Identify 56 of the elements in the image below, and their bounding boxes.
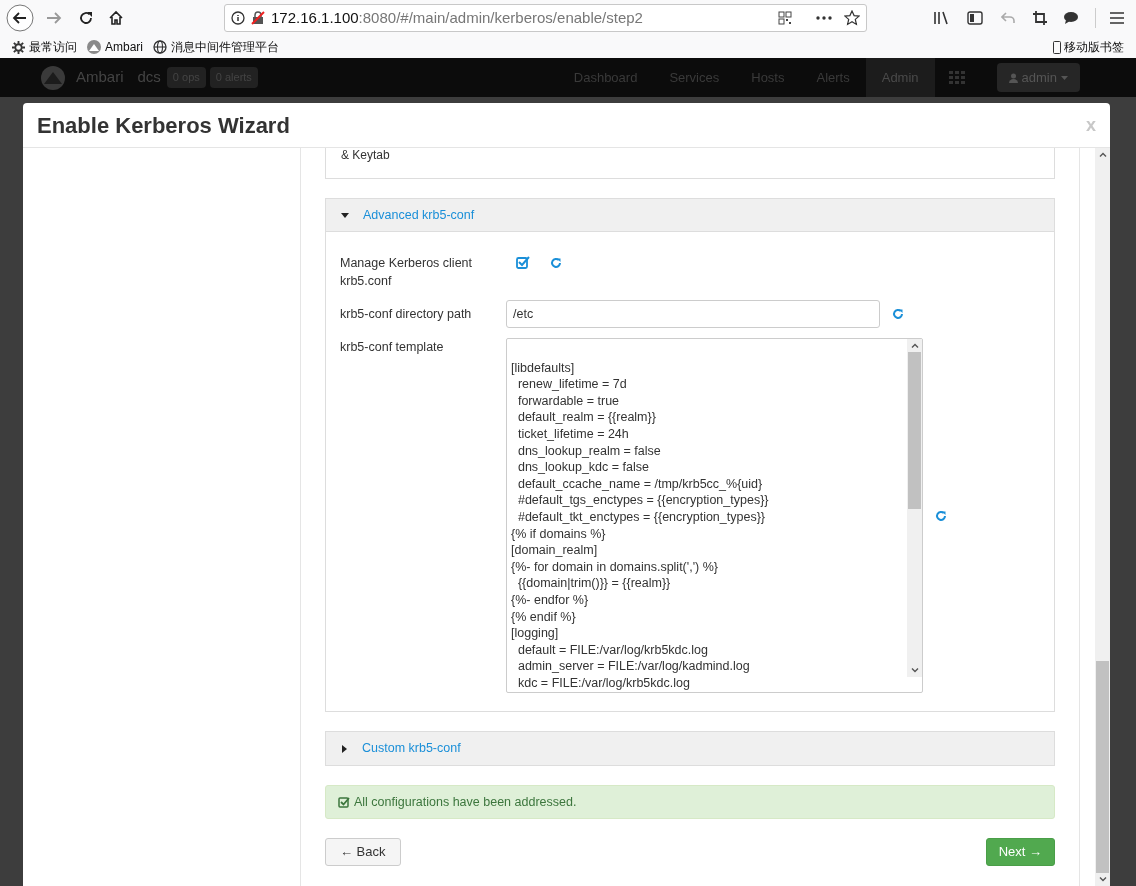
caret-down-icon	[341, 212, 349, 218]
checkbox[interactable]	[516, 256, 530, 269]
crop-icon[interactable]	[1033, 11, 1047, 25]
mountain-icon	[87, 40, 101, 54]
scroll-down-icon[interactable]	[1098, 877, 1107, 882]
gear-icon	[12, 40, 25, 54]
url-text: 172.16.1.100:8080/#/main/admin/kerberos/enable/step2	[271, 7, 643, 28]
forward-icon[interactable]	[46, 11, 62, 25]
scroll-up-icon[interactable]	[1098, 152, 1107, 157]
modal-title: Enable Kerberos Wizard	[37, 111, 290, 140]
refresh-icon[interactable]	[892, 308, 904, 320]
scrollbar[interactable]	[907, 339, 922, 677]
brand-name[interactable]: Ambari	[76, 66, 124, 89]
template-textarea[interactable]: [libdefaults] renew_lifetime = 7d forwardable = true default_realm = {{realm}} ticket_lifetime = 24h dns_lookup_realm = false dns_lookup_kdc = false default_ccache_name = /tmp/krb5cc_%{uid} #default_tgs_enctypes = {{encryption_types}} #default_tkt_enctypes = {{encryption_types}} {% if domains %} [domain_realm] {%- for domain in domains.split(',') %} {{domain|trim()}} = {{realm}} {%- endfor %} {% endif %} [logging] default = FILE:/var/log/krb5kdc.log admin_server = FILE:/var/log/kadmind.log kdc = FILE:/var/log/krb5kdc.log	[506, 338, 923, 693]
caret-right-icon	[342, 744, 347, 753]
more-icon[interactable]	[816, 16, 832, 20]
success-alert: All configurations have been addressed.	[325, 785, 1055, 819]
library-icon[interactable]	[933, 11, 949, 25]
ambari-logo-icon	[40, 64, 66, 91]
scroll-up-icon[interactable]	[910, 343, 919, 348]
scrollbar-thumb[interactable]	[1096, 661, 1109, 873]
refresh-icon[interactable]	[935, 509, 947, 522]
back-icon[interactable]	[6, 4, 34, 32]
section-text: & Keytab	[341, 147, 391, 164]
qr-code-icon[interactable]	[778, 11, 792, 25]
scroll-down-icon[interactable]	[910, 668, 919, 673]
directory-path-field[interactable]: /etc	[506, 300, 880, 328]
next-button[interactable]: Next →	[985, 838, 1055, 866]
field-label: krb5-conf template	[340, 339, 445, 356]
user-icon	[1008, 72, 1018, 83]
panel-heading[interactable]: Custom krb5-conf	[326, 732, 1054, 765]
bookmark[interactable]: 最常访问	[12, 38, 77, 56]
reload-icon[interactable]	[78, 10, 94, 26]
info-icon[interactable]	[231, 11, 245, 25]
check-square-icon	[338, 796, 350, 808]
scrollbar-thumb[interactable]	[908, 352, 921, 509]
star-icon[interactable]	[844, 10, 860, 26]
scrollbar[interactable]	[1095, 148, 1110, 886]
sidebar-icon[interactable]	[967, 11, 983, 25]
field-label: Manage Kerberos client krb5.conf	[340, 255, 474, 290]
bookmark[interactable]: Ambari	[87, 38, 143, 56]
chat-icon[interactable]	[1063, 11, 1079, 25]
bookmark[interactable]: 移动版书签	[1053, 38, 1124, 56]
field-label: krb5-conf directory path	[340, 306, 473, 323]
menu-icon[interactable]	[1110, 12, 1124, 24]
panel-heading[interactable]: Advanced krb5-conf	[326, 199, 1054, 232]
caret-down-icon	[1061, 75, 1068, 80]
home-icon[interactable]	[108, 10, 124, 26]
globe-icon	[153, 40, 167, 54]
cluster-name[interactable]: dcs	[137, 66, 161, 89]
address-bar[interactable]: 172.16.1.100:8080/#/main/admin/kerberos/enable/step2	[224, 4, 867, 32]
phone-icon	[1053, 40, 1061, 54]
refresh-icon[interactable]	[550, 256, 562, 269]
back-button[interactable]: ← Back	[325, 838, 401, 866]
bookmark[interactable]: 消息中间件管理平台	[153, 38, 279, 56]
insecure-lock-icon[interactable]	[251, 11, 265, 25]
